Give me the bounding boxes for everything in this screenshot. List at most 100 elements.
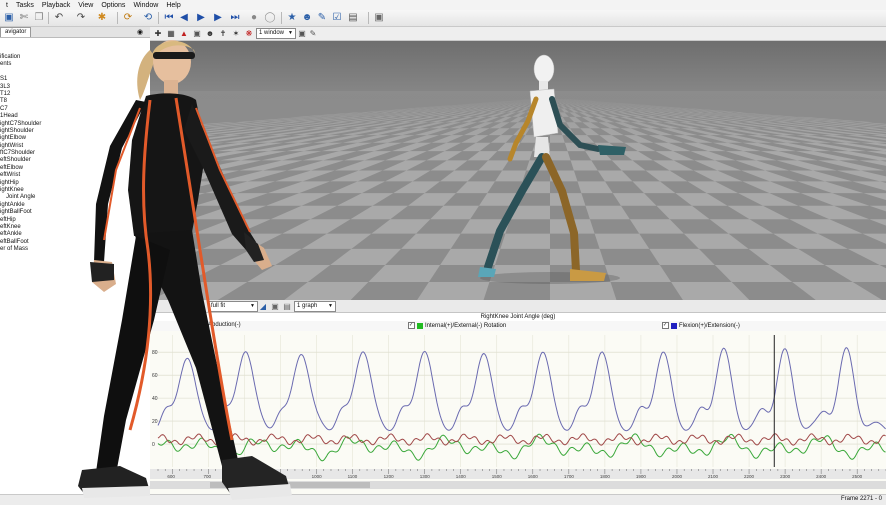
navigator-item[interactable]: ightKnee [0, 187, 150, 194]
legend-checkbox-flexion[interactable]: ✓ [662, 322, 669, 329]
navigator-item[interactable]: eftWrist [0, 172, 150, 179]
menu-item[interactable]: t [6, 2, 8, 9]
3d-viewport[interactable] [150, 41, 886, 300]
calibrate-icon[interactable]: ☻ [301, 12, 313, 24]
zoom-select[interactable]: full fit▼ [208, 301, 258, 312]
navigator-item[interactable]: ightElbow [0, 135, 150, 142]
menu-item[interactable]: Help [166, 2, 180, 9]
legend-item-abduction[interactable]: Abduction(-) [208, 322, 241, 328]
navigator-item[interactable]: T8 [0, 98, 150, 105]
record-icon[interactable]: ● [248, 12, 260, 24]
refresh-icon[interactable]: ⟲ [142, 12, 154, 24]
window-icon[interactable]: ▣ [373, 12, 385, 24]
graph-plot-area: 8060402006007008009001000110012001300140… [150, 331, 886, 494]
graph-layout-select[interactable]: 1 graph▼ [294, 301, 336, 312]
x-tick-label: 2100 [708, 474, 719, 479]
undo-icon[interactable]: ↶ [53, 12, 65, 24]
navigator-header: avigator ◉ [0, 27, 150, 38]
navigator-item[interactable]: eftBallFoot [0, 239, 150, 246]
time-ruler[interactable] [150, 469, 886, 479]
actor-icon[interactable]: ★ [286, 12, 298, 24]
x-tick-label: 1900 [636, 474, 647, 479]
walk-icon[interactable]: ✶ [231, 28, 241, 38]
camera-icon[interactable]: ▣ [297, 28, 307, 38]
navigator-item[interactable]: Joint Angle [0, 194, 150, 201]
graph-title: RightKnee Joint Angle (deg) [150, 313, 886, 321]
x-tick-label: 1700 [564, 474, 575, 479]
navigator-item[interactable]: eftHip [0, 217, 150, 224]
triangle-icon[interactable]: ▲ [179, 28, 189, 38]
first-frame-icon[interactable]: ⏮ [163, 12, 175, 24]
menu-item[interactable]: Window [133, 2, 158, 9]
pen-icon[interactable]: ✎ [308, 28, 318, 38]
copy-icon[interactable]: ❐ [33, 12, 45, 24]
navigator-item[interactable]: ightShoulder [0, 128, 150, 135]
menu-item[interactable]: Playback [42, 2, 70, 9]
step-forward-icon[interactable]: ▶ [212, 12, 224, 24]
navigator-item[interactable]: ightWrist [0, 143, 150, 150]
skeleton-icon[interactable]: ☻ [205, 28, 215, 38]
report-icon[interactable]: ☑ [331, 12, 343, 24]
play-icon[interactable]: ▶ [195, 12, 207, 24]
image-icon[interactable]: ▣ [192, 28, 202, 38]
legend-item-flexion[interactable]: ✓ Flexion(+)/Extension(-) [662, 322, 740, 329]
navigator-item[interactable]: eftKnee [0, 224, 150, 231]
menu-item[interactable]: Options [101, 2, 125, 9]
options-icon[interactable]: ▤ [347, 12, 359, 24]
y-tick-label: 40 [152, 396, 158, 402]
navigator-item[interactable]: C7 [0, 106, 150, 113]
navigator-item[interactable]: ightAnkle [0, 202, 150, 209]
zoom-icon[interactable]: ▣ [270, 301, 280, 311]
navigator-item[interactable]: er of Mass [0, 246, 150, 253]
legend-item-rotation[interactable]: ✓ Internal(+)/External(-) Rotation [408, 322, 506, 329]
graph-scroll-thumb[interactable] [210, 482, 370, 488]
navigator-item[interactable]: ightC7Shoulder [0, 121, 150, 128]
legend-swatch-flexion [671, 323, 677, 329]
navigator-item[interactable]: ftC7Shoulder [0, 150, 150, 157]
pin-icon[interactable]: ◉ [137, 28, 143, 36]
marker-icon[interactable]: ◯ [264, 12, 276, 24]
legend-checkbox-rotation[interactable]: ✓ [408, 322, 415, 329]
y-tick-label: 60 [152, 373, 158, 379]
tab-navigator[interactable]: avigator [0, 27, 31, 37]
navigator-item[interactable]: S1 [0, 76, 150, 83]
reprocess-icon[interactable]: ⟳ [122, 12, 134, 24]
tools-icon[interactable]: ✱ [96, 12, 108, 24]
x-tick-label: 1800 [600, 474, 611, 479]
save-icon[interactable]: ▣ [3, 12, 15, 24]
navigator-item[interactable] [0, 69, 150, 76]
navigator-item[interactable]: 3L3 [0, 84, 150, 91]
navigator-item[interactable]: ightHip [0, 180, 150, 187]
navigator-item[interactable]: ification [0, 54, 150, 61]
navigator-item[interactable]: eftAnkle [0, 231, 150, 238]
export-icon[interactable]: ▤ [282, 301, 292, 311]
menu-item[interactable]: View [78, 2, 93, 9]
window-select[interactable]: 1 window▼ [256, 28, 296, 39]
navigator-item[interactable]: ents [0, 61, 150, 68]
menu-item[interactable]: Tasks [16, 2, 34, 9]
x-tick-label: 1600 [528, 474, 539, 479]
navigator-item[interactable]: eftShoulder [0, 157, 150, 164]
x-tick-label: 2400 [816, 474, 827, 479]
fit-icon[interactable]: ◢ [258, 301, 268, 311]
navigator-item[interactable]: eftElbow [0, 165, 150, 172]
grid-icon[interactable]: ▦ [166, 28, 176, 38]
axes-icon[interactable]: ✚ [153, 28, 163, 38]
y-tick-label: 20 [152, 419, 158, 425]
3d-scene [150, 41, 886, 300]
x-tick-label: 900 [276, 474, 284, 479]
navigator-item[interactable]: 1Head [0, 113, 150, 120]
cog-icon[interactable]: ❋ [244, 28, 254, 38]
chevron-down-icon: ▼ [328, 302, 333, 311]
cut-icon[interactable]: ✄ [18, 12, 30, 24]
x-tick-label: 600 [167, 474, 175, 479]
step-back-icon[interactable]: ◀ [178, 12, 190, 24]
redo-icon[interactable]: ↷ [75, 12, 87, 24]
navigator-item[interactable]: ightBallFoot [0, 209, 150, 216]
joint-angle-graph[interactable]: 8060402006007008009001000110012001300140… [150, 331, 886, 494]
navigator-item[interactable]: T12 [0, 91, 150, 98]
edit-icon[interactable]: ✎ [316, 12, 328, 24]
window-select-value: 1 window [259, 30, 284, 36]
last-frame-icon[interactable]: ⏭ [229, 12, 241, 24]
segments-icon[interactable]: ✝ [218, 28, 228, 38]
